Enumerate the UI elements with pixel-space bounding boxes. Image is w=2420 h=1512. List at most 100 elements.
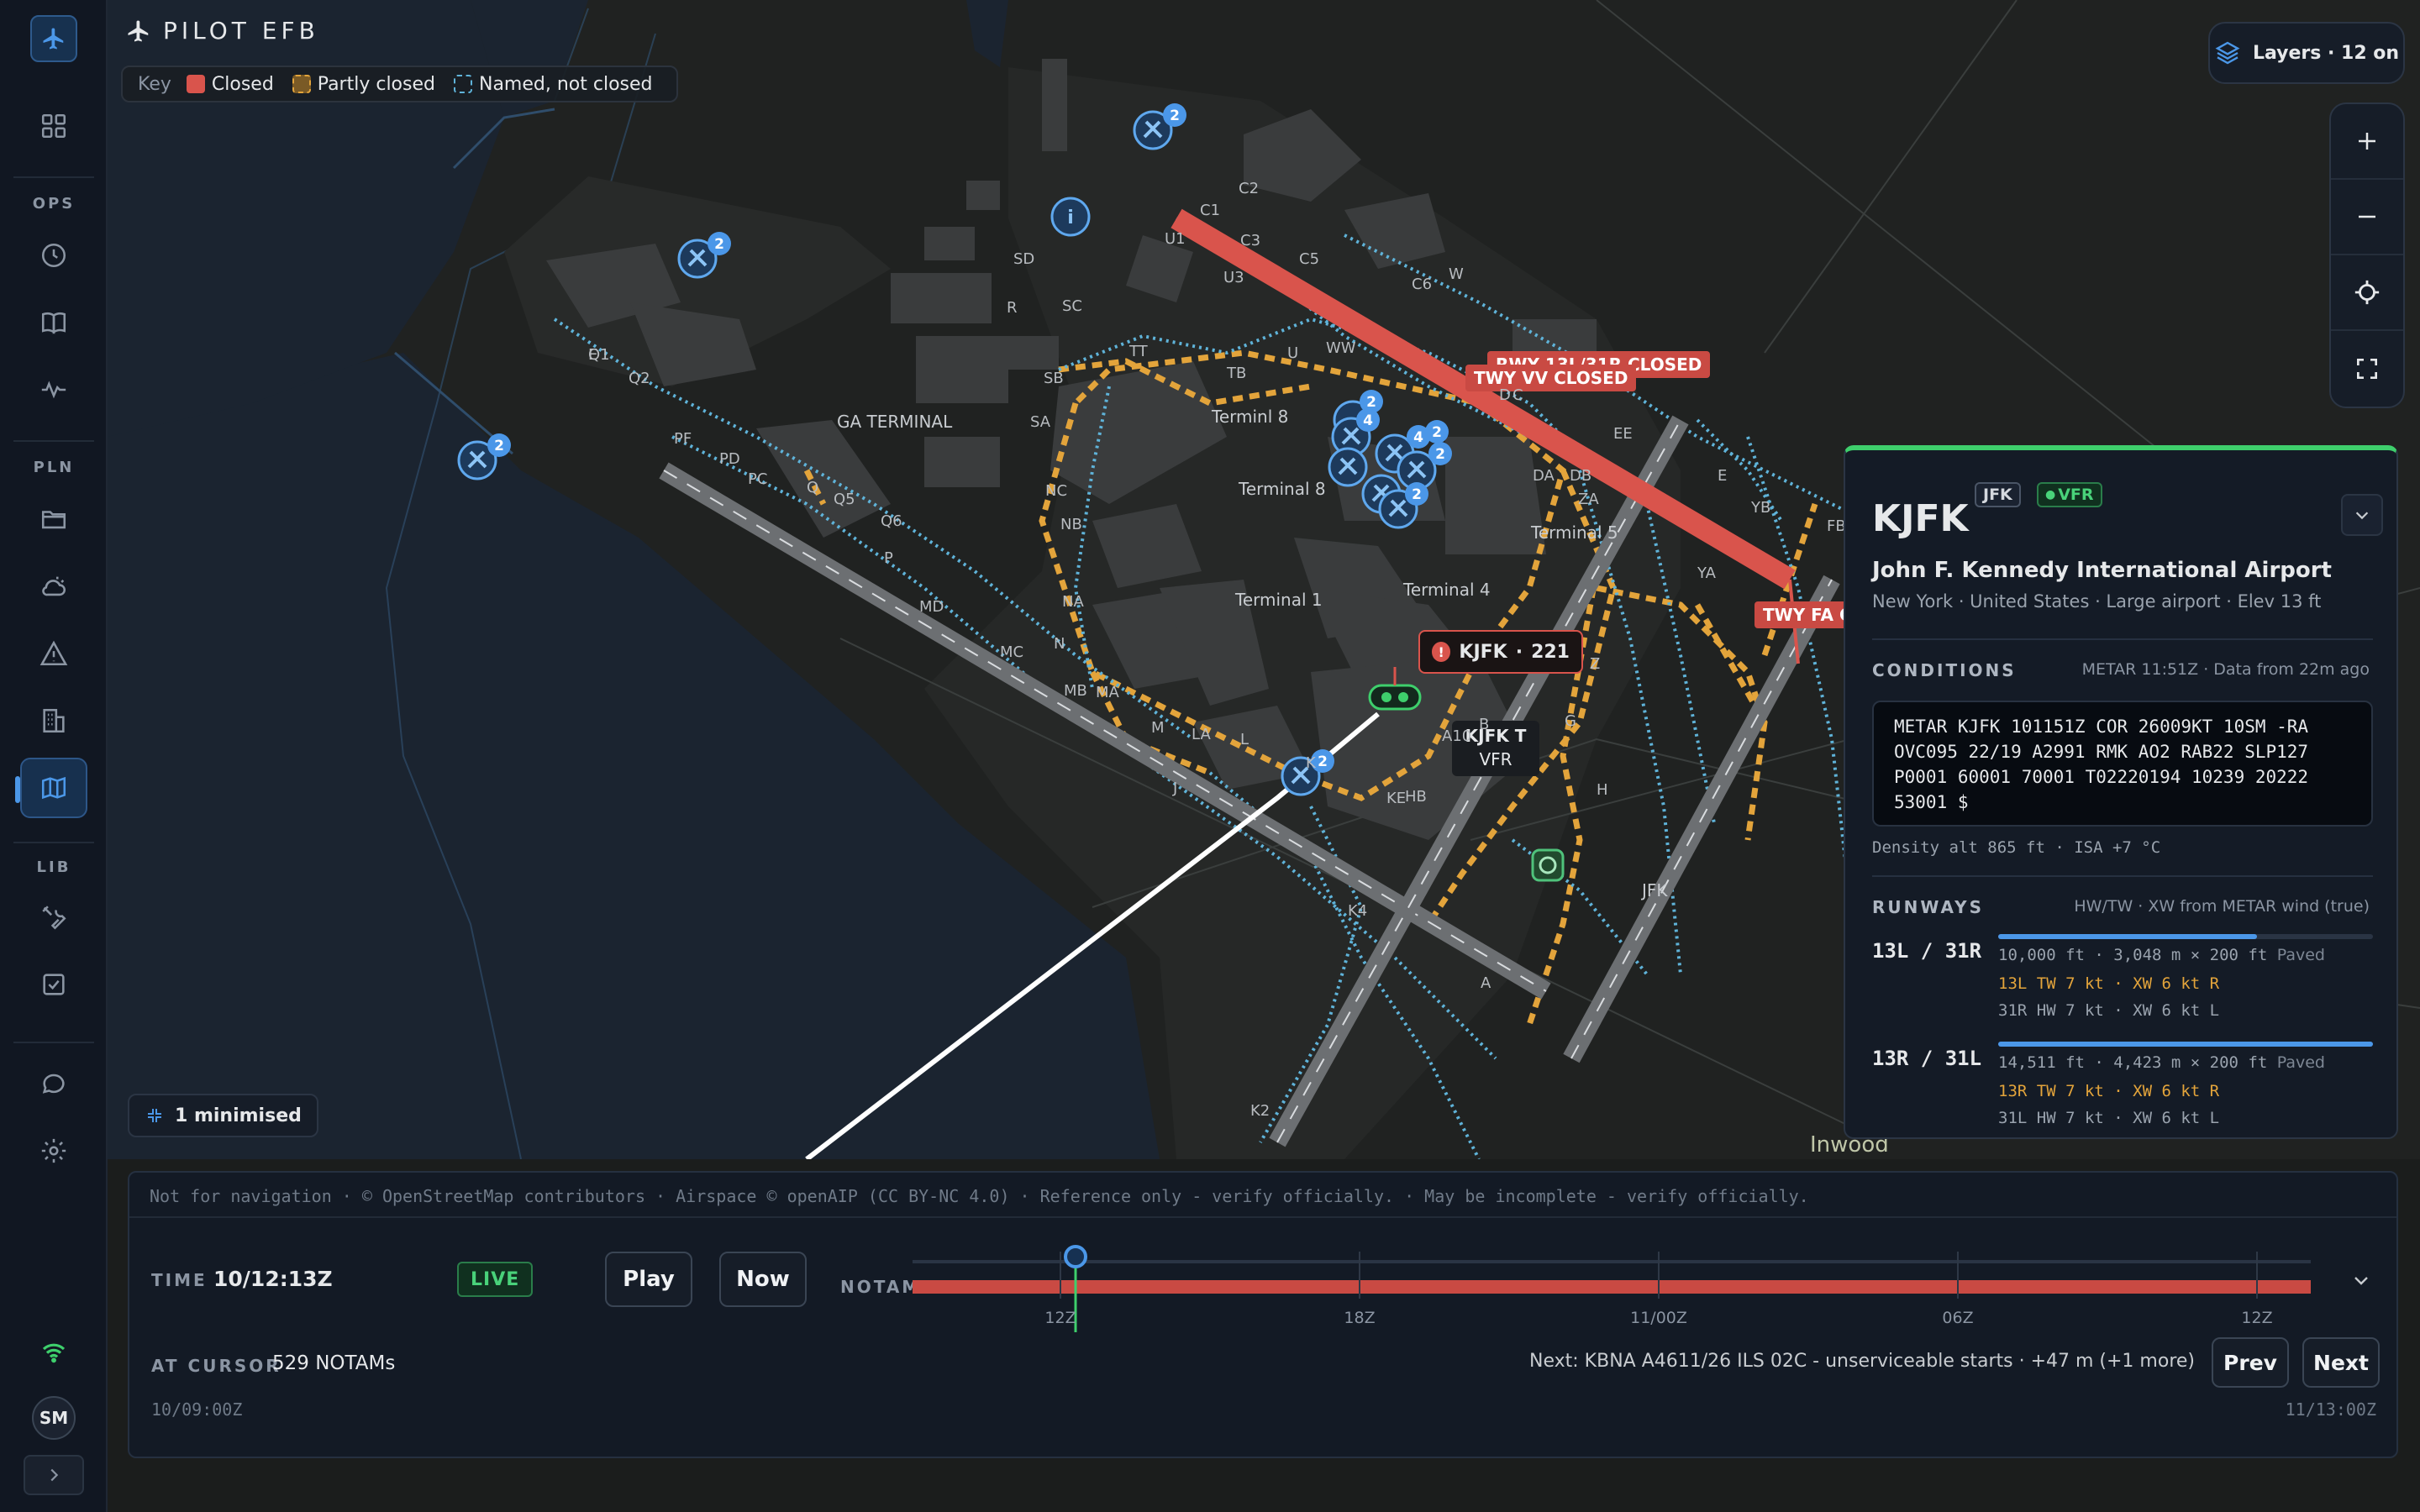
prev-button[interactable]: Prev bbox=[2212, 1337, 2289, 1388]
svg-text:4: 4 bbox=[1363, 412, 1373, 429]
taxiway-label: K4 bbox=[1348, 902, 1368, 920]
sidebar-item-logbook[interactable] bbox=[20, 292, 87, 353]
notam-track-label: NOTAM bbox=[840, 1277, 922, 1297]
runway-dimensions: 10,000 ft · 3,048 m × 200 ft Paved bbox=[1998, 946, 2325, 964]
map-label: Terminl 8 bbox=[1212, 407, 1289, 427]
avatar[interactable]: SM bbox=[32, 1396, 76, 1440]
zoom-in-button[interactable] bbox=[2331, 104, 2403, 180]
fullscreen-button[interactable] bbox=[2331, 331, 2403, 407]
live-badge[interactable]: LIVE bbox=[457, 1262, 534, 1297]
taxiway-label: P bbox=[884, 549, 893, 567]
runway-dims-text: 14,511 ft · 4,423 m × 200 ft bbox=[1998, 1053, 2268, 1072]
airport-subtitle: New York · United States · Large airport… bbox=[1872, 591, 2322, 612]
taxiway-label: YA bbox=[1697, 564, 1716, 582]
taxiway-label: ZA bbox=[1578, 491, 1599, 508]
taxiway-label: HB bbox=[1405, 788, 1427, 806]
play-button[interactable]: Play bbox=[605, 1252, 692, 1307]
layers-button[interactable]: Layers · 12 on bbox=[2208, 22, 2405, 84]
sidebar-item-alerts[interactable] bbox=[20, 623, 87, 684]
wifi-icon bbox=[42, 1343, 66, 1363]
next-button[interactable]: Next bbox=[2302, 1337, 2380, 1388]
map-label: Terminal 4 bbox=[1403, 580, 1491, 600]
zoom-out-button[interactable] bbox=[2331, 180, 2403, 255]
taxiway-label: M bbox=[1151, 719, 1165, 737]
minimised-panels-button[interactable]: 1 minimised bbox=[128, 1094, 318, 1137]
taxiway-label: Q6 bbox=[881, 512, 902, 530]
sidebar-item-chat[interactable] bbox=[20, 1053, 87, 1114]
collapse-icon bbox=[148, 1109, 161, 1122]
sidebar-item-folder[interactable] bbox=[20, 489, 87, 549]
cursor-label: AT CURSOR bbox=[151, 1356, 281, 1376]
now-button[interactable]: Now bbox=[719, 1252, 807, 1307]
sidebar-item-tools[interactable] bbox=[20, 887, 87, 948]
expand-timeline-button[interactable] bbox=[2344, 1263, 2378, 1297]
runway-wind-b: 31R HW 7 kt · XW 6 kt L bbox=[1998, 1001, 2220, 1020]
taxiway-label: U bbox=[1287, 344, 1299, 362]
taxiway-label: NA bbox=[1062, 593, 1084, 611]
app-title: PILOT EFB bbox=[126, 17, 319, 45]
runways-title: RUNWAYS bbox=[1872, 897, 1984, 917]
sidebar-divider bbox=[13, 1042, 94, 1043]
sidebar-item-map[interactable] bbox=[15, 758, 87, 818]
taxiway-label: PD bbox=[719, 450, 740, 468]
minimised-label: 1 minimised bbox=[175, 1105, 302, 1126]
sidebar-item-settings[interactable] bbox=[20, 1121, 87, 1181]
airport-code: KJFK bbox=[1872, 497, 1969, 540]
taxiway-label: W bbox=[1449, 265, 1464, 283]
expand-sidebar-button[interactable] bbox=[24, 1455, 84, 1495]
timeline-track[interactable] bbox=[913, 1223, 2341, 1332]
svg-text:2: 2 bbox=[1366, 394, 1376, 411]
taxiway-label: WW bbox=[1326, 339, 1356, 357]
notam-count: 221 bbox=[1531, 641, 1570, 663]
time-label: TIME bbox=[151, 1270, 208, 1290]
taxiway-label: Q bbox=[807, 479, 819, 496]
warning-icon bbox=[39, 640, 68, 666]
sidebar-item-clock[interactable] bbox=[20, 225, 87, 286]
cloud-sun-icon bbox=[42, 576, 66, 596]
conditions-title: CONDITIONS bbox=[1872, 660, 2017, 680]
taxiway-label: TB bbox=[1227, 365, 1247, 382]
runway-wind-a: 13L TW 7 kt · XW 6 kt R bbox=[1998, 974, 2220, 993]
runway-length-bar bbox=[1998, 1042, 2373, 1047]
taxiway-label: L bbox=[1240, 731, 1249, 748]
folder-icon bbox=[41, 511, 66, 529]
notam-timeline: Not for navigation · © OpenStreetMap con… bbox=[128, 1171, 2398, 1458]
timeline-cursor-handle bbox=[1064, 1245, 1087, 1268]
taxiway-label: C bbox=[1512, 386, 1523, 404]
taxiway-label: A bbox=[1481, 974, 1491, 992]
collapse-panel-button[interactable] bbox=[2341, 494, 2383, 536]
dashboard-button[interactable] bbox=[20, 96, 87, 156]
map-label: Terminal 8 bbox=[1239, 479, 1326, 499]
legend-item-closed: Closed bbox=[186, 74, 274, 95]
legend-label: Named, not closed bbox=[478, 73, 653, 95]
taxiway-label: C1 bbox=[1200, 202, 1221, 219]
sidebar-item-checklist[interactable] bbox=[20, 954, 87, 1015]
layers-label: Layers · 12 on bbox=[2252, 42, 2400, 64]
taxiway-label: H bbox=[1597, 781, 1608, 799]
taxiway-label: DA bbox=[1533, 467, 1555, 485]
sidebar-item-activity[interactable] bbox=[20, 360, 87, 420]
taxiway-label: EE bbox=[1613, 425, 1633, 443]
crosshair-icon bbox=[2354, 280, 2380, 305]
sidebar-item-airports[interactable] bbox=[20, 690, 87, 751]
gear-icon bbox=[41, 1138, 66, 1163]
map-label: Terminal 5 bbox=[1531, 522, 1618, 543]
taxiway-label: SD bbox=[1013, 250, 1035, 268]
taxiway-label: MC bbox=[1000, 643, 1024, 661]
divider bbox=[129, 1216, 2396, 1218]
runway-surface: Paved bbox=[2276, 946, 2325, 964]
range-end: 11/13:00Z bbox=[2285, 1399, 2376, 1420]
svg-text:i: i bbox=[1067, 207, 1074, 228]
app-logo-button[interactable] bbox=[30, 15, 77, 62]
station-notam-flag[interactable]: ! KJFK · 221 bbox=[1418, 630, 1583, 674]
sidebar-item-weather[interactable] bbox=[20, 556, 87, 617]
airport-name: John F. Kennedy International Airport bbox=[1872, 558, 2332, 583]
cursor-value: 529 NOTAMs bbox=[272, 1352, 396, 1374]
closure-label-twy-vv[interactable]: TWY VV CLOSED bbox=[1465, 365, 1637, 391]
separator: · bbox=[1515, 641, 1523, 663]
taxiway-label: SB bbox=[1044, 370, 1064, 387]
sidebar: OPS PLN LIB SM bbox=[0, 0, 108, 1512]
map-label: Terminal 1 bbox=[1235, 590, 1323, 610]
locate-button[interactable] bbox=[2331, 255, 2403, 331]
runway-id: 13L / 31R bbox=[1872, 939, 1982, 963]
